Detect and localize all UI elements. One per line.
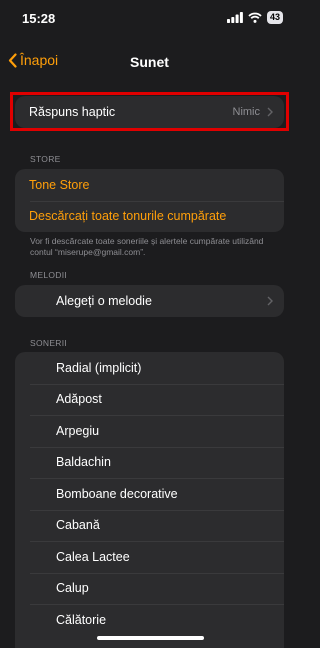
store-footer-note: Vor fi descărcate toate soneriile și ale…: [30, 236, 264, 257]
ringtone-label: Calup: [56, 581, 89, 596]
ringtone-row[interactable]: Cabană: [15, 509, 284, 542]
ringtone-row[interactable]: Adăpost: [15, 383, 284, 416]
ringtone-label: Bomboane decorative: [56, 486, 178, 501]
store-section-header: STORE: [30, 154, 61, 164]
ringtone-row[interactable]: Arpegiu: [15, 415, 284, 447]
ringtone-label: Baldachin: [56, 455, 111, 470]
navigation-bar: Înapoi Sunet: [0, 44, 299, 80]
page-title: Sunet: [130, 54, 169, 70]
ringtone-row[interactable]: Calup: [15, 572, 284, 605]
sonerii-section-header: SONERII: [30, 338, 68, 348]
tone-store-row[interactable]: Tone Store: [15, 169, 284, 201]
chevron-right-icon: [267, 296, 273, 306]
ringtone-label: Radial (implicit): [56, 360, 142, 375]
ringtone-row[interactable]: Radial (implicit): [15, 352, 284, 384]
ringtone-row[interactable]: Călătorie: [15, 604, 284, 636]
ringtone-row[interactable]: Calea Lactee: [15, 541, 284, 573]
choose-melody-row[interactable]: Alegeți o melodie: [15, 285, 284, 317]
download-all-tones-row[interactable]: Descărcați toate tonurile cumpărate: [15, 200, 284, 233]
wifi-icon: [248, 12, 262, 23]
ringtone-label: Adăpost: [56, 392, 102, 407]
ringtone-row[interactable]: Baldachin: [15, 446, 284, 479]
signal-icon: [226, 12, 243, 23]
store-group: Tone Store Descărcați toate tonurile cum…: [15, 169, 284, 232]
status-time: 15:28: [22, 11, 56, 26]
ringtone-label: Calea Lactee: [56, 549, 130, 564]
choose-melody-label: Alegeți o melodie: [56, 293, 152, 308]
status-icons: 43: [226, 11, 283, 24]
ringtone-row[interactable]: Bomboane decorative: [15, 478, 284, 510]
ringtone-label: Arpegiu: [56, 423, 100, 438]
battery-icon: 43: [266, 11, 283, 24]
download-all-tones-label: Descărcați toate tonurile cumpărate: [29, 209, 227, 224]
highlight-box: [10, 92, 289, 131]
status-bar: 15:28 43: [0, 0, 299, 38]
ringtone-label: Călătorie: [56, 612, 107, 627]
ringtones-list: Radial (implicit) Adăpost Arpegiu Baldac…: [15, 352, 284, 648]
home-indicator[interactable]: [97, 636, 204, 640]
melodii-section-header: MELODII: [30, 270, 68, 280]
melodii-group: Alegeți o melodie: [15, 285, 284, 317]
tone-store-label: Tone Store: [29, 177, 90, 192]
ringtone-label: Cabană: [56, 518, 100, 533]
